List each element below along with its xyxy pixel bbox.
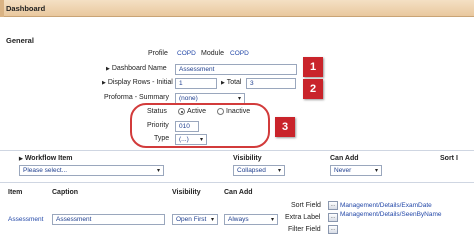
dashboard-name-label: ▶ Dashboard Name — [106, 65, 167, 72]
item-can-add-select-value: Always — [228, 216, 249, 223]
status-inactive-radio[interactable] — [217, 108, 224, 115]
chevron-down-icon: ▾ — [277, 168, 281, 174]
status-label: Status — [147, 108, 167, 115]
chevron-down-icon: ▾ — [156, 168, 160, 174]
workflow-item-header: ▶ Workflow Item — [19, 155, 73, 162]
priority-label: Priority — [147, 122, 169, 129]
status-inactive-label: Inactive — [226, 108, 251, 115]
section-title-general: General — [6, 36, 34, 45]
items-item-header: Item — [8, 189, 23, 196]
expand-triangle-icon: ▶ — [19, 156, 23, 162]
profile-label: Profile — [148, 50, 168, 57]
items-can-add-header: Can Add — [224, 189, 253, 196]
workflow-can-add-header: Can Add — [330, 155, 359, 162]
display-rows-input[interactable]: 1 — [175, 78, 217, 89]
type-select[interactable]: (...) ▾ — [175, 134, 207, 145]
callout-badge-3: 3 — [275, 117, 295, 137]
sort-field-value[interactable]: Management/Details/ExamDate — [340, 202, 432, 209]
expand-triangle-icon: ▶ — [102, 80, 106, 86]
workflow-visibility-select-value: Collapsed — [237, 167, 266, 174]
title-bar-cap — [0, 0, 4, 17]
workflow-item-select-value: Please select... — [23, 167, 68, 174]
caption-input[interactable]: Assessment — [52, 214, 165, 225]
proforma-label: Proforma - Summary — [104, 94, 169, 101]
chevron-down-icon: ▾ — [270, 217, 274, 223]
chevron-down-icon: ▾ — [237, 96, 241, 102]
chevron-down-icon: ▾ — [374, 168, 378, 174]
callout-badge-1: 1 — [303, 57, 323, 77]
workflow-can-add-select[interactable]: Never ▾ — [330, 165, 382, 176]
divider — [0, 150, 474, 151]
type-label: Type — [154, 135, 170, 142]
type-select-value: (...) — [179, 136, 189, 143]
proforma-select-value: (none) — [179, 95, 198, 102]
workflow-sort-header: Sort I — [440, 155, 458, 162]
display-rows-label: ▶ Display Rows - Initial — [102, 79, 173, 86]
total-label: ▶ Total — [221, 79, 242, 86]
module-label: Module — [201, 50, 224, 57]
item-visibility-select[interactable]: Open First ▾ — [172, 214, 218, 225]
chevron-down-icon: ▾ — [210, 217, 214, 223]
status-active-label: Active — [187, 108, 207, 115]
callout-badge-2: 2 — [303, 79, 323, 99]
divider — [0, 182, 474, 183]
priority-input[interactable]: 010 — [175, 121, 199, 132]
chevron-down-icon: ▾ — [199, 137, 203, 143]
workflow-visibility-select[interactable]: Collapsed ▾ — [233, 165, 285, 176]
page-title: Dashboard — [6, 4, 46, 13]
expand-triangle-icon: ▶ — [221, 80, 225, 86]
items-visibility-header: Visibility — [172, 189, 201, 196]
item-assessment-link[interactable]: Assessment — [8, 216, 43, 223]
extra-label-label: Extra Label — [285, 214, 321, 221]
filter-field-label: Filter Field — [288, 226, 321, 233]
expand-triangle-icon: ▶ — [106, 66, 110, 72]
extra-label-value[interactable]: Management/Details/SeenByName — [340, 211, 442, 218]
workflow-visibility-header: Visibility — [233, 155, 262, 162]
profile-value[interactable]: COPD — [177, 50, 196, 57]
dashboard-name-input[interactable]: Assessment — [175, 64, 297, 75]
status-active-radio[interactable] — [178, 108, 185, 115]
extra-label-browse-button[interactable]: ... — [328, 213, 338, 222]
workflow-item-select[interactable]: Please select... ▾ — [19, 165, 164, 176]
module-value[interactable]: COPD — [230, 50, 249, 57]
sort-field-label: Sort Field — [291, 202, 321, 209]
item-can-add-select[interactable]: Always ▾ — [224, 214, 278, 225]
workflow-can-add-select-value: Never — [334, 167, 352, 174]
title-bar: Dashboard — [0, 0, 474, 17]
filter-field-browse-button[interactable]: ... — [328, 225, 338, 234]
items-caption-header: Caption — [52, 189, 79, 196]
item-visibility-select-value: Open First — [176, 216, 207, 223]
sort-field-browse-button[interactable]: ... — [328, 201, 338, 210]
total-input[interactable]: 3 — [246, 78, 296, 89]
